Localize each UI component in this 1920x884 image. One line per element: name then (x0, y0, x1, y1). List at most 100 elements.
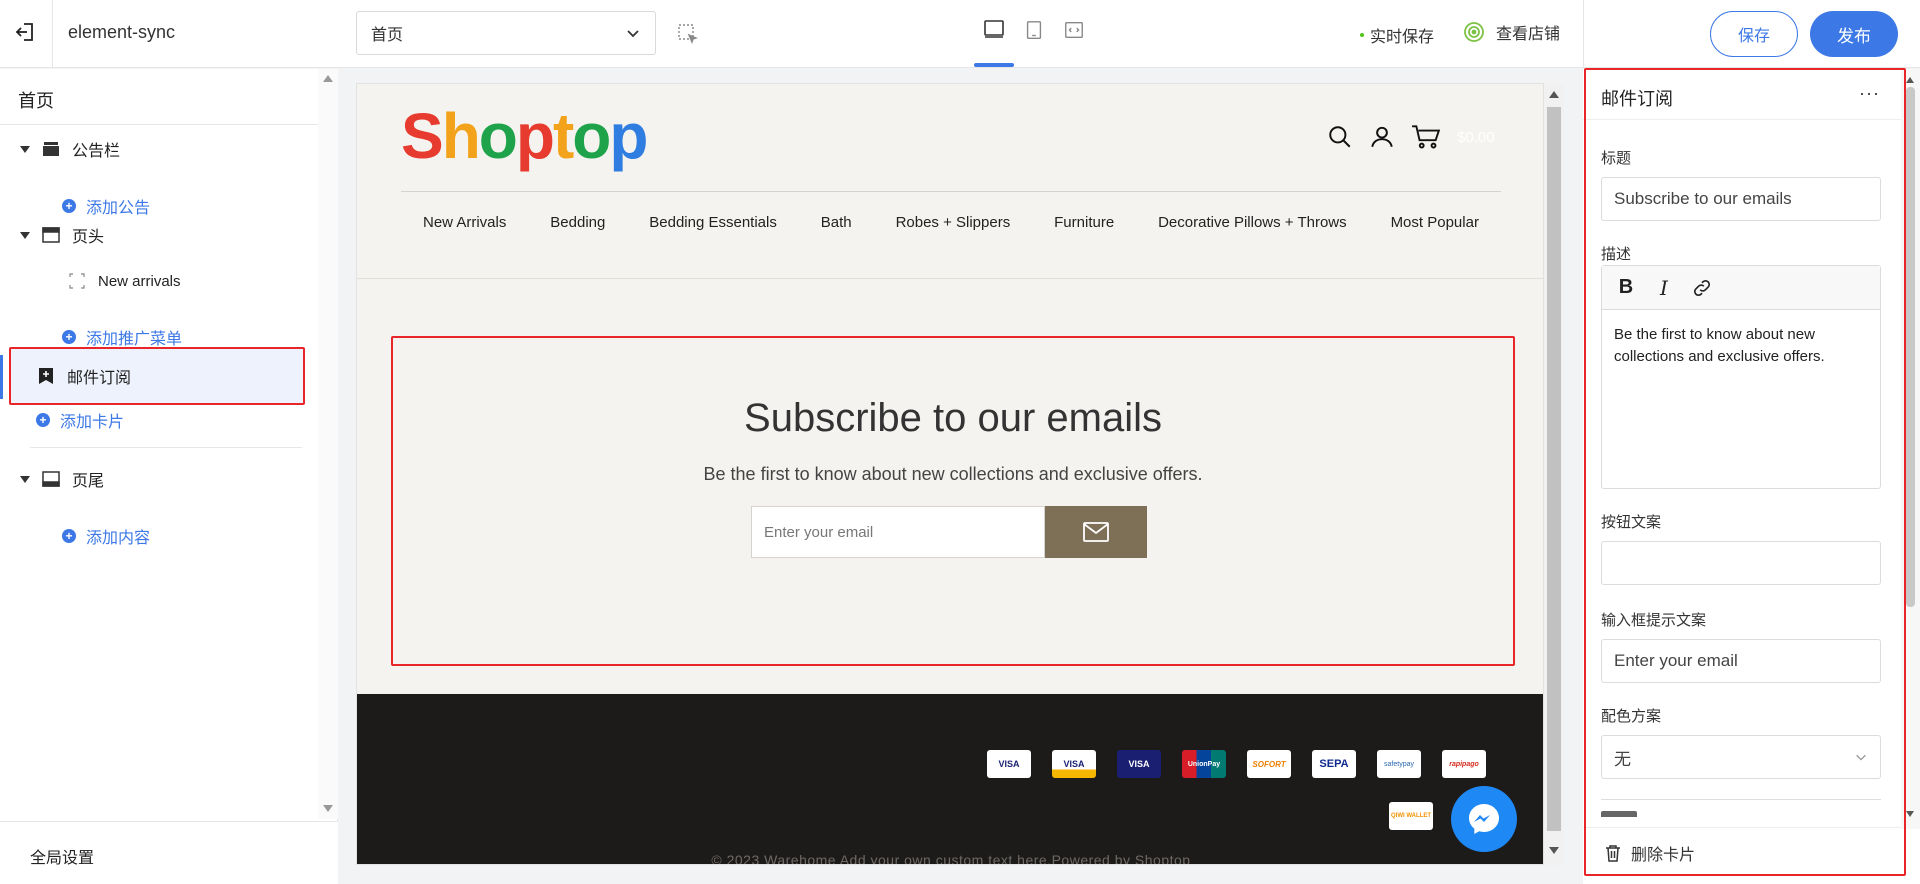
desktop-view-icon[interactable] (980, 16, 1008, 44)
page-select[interactable]: 首页 (356, 11, 656, 55)
description-text[interactable]: Be the first to know about new collectio… (1602, 310, 1880, 382)
autosave-status: 实时保存 (1360, 23, 1434, 47)
logo-letter: S (401, 100, 444, 172)
title-label: 标题 (1601, 150, 1632, 167)
sidebar-item-new-arrivals[interactable]: New arrivals (44, 263, 314, 299)
footer-icon (42, 470, 60, 488)
logo-letter: p (609, 100, 648, 172)
subscribe-form: Enter your email (751, 506, 1147, 558)
safetypay-icon: safetypay (1377, 750, 1421, 778)
editor-toolbar: B I (1602, 266, 1880, 310)
sidebar-item-announcement[interactable]: 公告栏 (0, 131, 318, 167)
sidebar-scrollbar[interactable] (318, 69, 338, 819)
scroll-thumb[interactable] (1906, 87, 1915, 607)
payment-icons: VISA VISA VISA UnionPay SOFORT SEPA safe… (987, 750, 1486, 778)
delete-card-button[interactable]: 删除卡片 (1583, 827, 1901, 877)
payment-icons-row2: QIWI WALLET (1389, 802, 1433, 830)
add-content-label: 添加内容 (86, 530, 151, 547)
panel-divider (1583, 119, 1901, 120)
email-subscription-section[interactable]: Subscribe to our emails Be the first to … (391, 336, 1515, 666)
save-button[interactable]: 保存 (1710, 11, 1798, 57)
element-select-icon[interactable] (676, 22, 700, 46)
scroll-thumb[interactable] (1547, 107, 1561, 831)
sidebar-item-label: 页头 (72, 229, 105, 246)
scroll-down-icon[interactable] (1549, 847, 1559, 854)
add-card-label: 添加卡片 (60, 414, 125, 431)
description-editor: B I Be the first to know about new colle… (1601, 265, 1881, 489)
logo-letter: o (478, 100, 518, 172)
view-store-link[interactable]: 查看店铺 (1462, 20, 1560, 44)
more-options-icon[interactable]: ··· (1859, 83, 1880, 104)
topbar-divider-right (1583, 0, 1584, 68)
title-input[interactable]: Subscribe to our emails (1601, 177, 1881, 221)
nav-item[interactable]: Bath (821, 214, 852, 231)
sidebar-item-footer[interactable]: 页尾 (0, 461, 318, 497)
bookmark-plus-icon (37, 367, 55, 385)
nav-item[interactable]: Bedding Essentials (649, 214, 777, 231)
nav-item[interactable]: Robes + Slippers (896, 214, 1011, 231)
add-card-button[interactable]: + 添加卡片 (36, 405, 336, 435)
autosave-label: 实时保存 (1370, 29, 1435, 46)
account-icon[interactable] (1369, 124, 1395, 150)
nav-item[interactable]: Decorative Pillows + Throws (1158, 214, 1347, 231)
panel-title: 邮件订阅 (1601, 89, 1673, 109)
page-select-value: 首页 (371, 27, 404, 44)
link-icon[interactable] (1690, 276, 1714, 300)
bold-icon[interactable]: B (1614, 276, 1638, 300)
sidebar-item-header[interactable]: 页头 (0, 217, 318, 253)
color-scheme-label: 配色方案 (1601, 708, 1662, 725)
add-announcement-label: 添加公告 (86, 200, 151, 217)
store-preview: Shoptop $0.00 New Arrivals Bedding Beddi… (356, 83, 1544, 865)
plus-circle-icon: + (62, 330, 76, 344)
nav-item[interactable]: New Arrivals (423, 214, 506, 231)
sidebar-item-label: New arrivals (98, 272, 181, 290)
email-input[interactable]: Enter your email (751, 506, 1045, 558)
placeholder-label: 输入框提示文案 (1601, 612, 1707, 629)
publish-button[interactable]: 发布 (1810, 11, 1898, 57)
subscribe-button[interactable] (1045, 506, 1147, 558)
logo-letter: t (552, 100, 574, 172)
cart-icon[interactable] (1411, 124, 1441, 150)
nav-item[interactable]: Most Popular (1391, 214, 1479, 231)
sidebar-footer: 全局设置 (0, 821, 338, 884)
panel-scrollbar[interactable] (1901, 69, 1920, 829)
scroll-down-icon[interactable] (323, 805, 333, 812)
add-content-button[interactable]: + 添加内容 (62, 521, 362, 551)
store-logo[interactable]: Shoptop (401, 104, 648, 168)
chevron-down-icon (627, 30, 639, 38)
sidebar-divider (30, 447, 302, 448)
tablet-view-icon[interactable] (1020, 16, 1048, 44)
exit-icon[interactable] (14, 20, 38, 44)
logo-letter: p (515, 100, 555, 172)
subscribe-description: Be the first to know about new collectio… (703, 464, 1203, 484)
button-text-input[interactable] (1601, 541, 1881, 585)
preview-scrollbar[interactable] (1544, 83, 1564, 865)
sidebar-item-label: 页尾 (72, 473, 105, 490)
sidebar-title: 首页 (18, 91, 54, 111)
messenger-chat-button[interactable] (1451, 786, 1517, 852)
nav-item[interactable]: Furniture (1054, 214, 1114, 231)
nav-item[interactable]: Bedding (550, 214, 605, 231)
store-eye-icon (1464, 22, 1484, 42)
fullwidth-view-icon[interactable] (1060, 16, 1088, 44)
store-footer: VISA VISA VISA UnionPay SOFORT SEPA safe… (357, 694, 1543, 864)
topbar-divider (52, 0, 53, 68)
placeholder-input[interactable]: Enter your email (1601, 639, 1881, 683)
search-icon[interactable] (1327, 124, 1353, 150)
italic-icon[interactable]: I (1652, 276, 1676, 300)
scroll-down-icon[interactable] (1906, 811, 1914, 817)
sidebar-divider (0, 124, 318, 125)
trash-icon (1606, 844, 1620, 862)
scroll-up-icon[interactable] (1549, 91, 1559, 98)
plus-circle-icon: + (36, 413, 50, 427)
add-promo-menu-label: 添加推广菜单 (86, 331, 183, 348)
global-settings-link[interactable]: 全局设置 (30, 844, 94, 868)
header-icon (42, 226, 60, 244)
caret-down-icon (20, 231, 30, 239)
scroll-up-icon[interactable] (1906, 77, 1914, 83)
menu-block-icon (68, 272, 86, 290)
sidebar-item-email-subscription[interactable]: 邮件订阅 (9, 347, 305, 405)
scroll-up-icon[interactable] (323, 75, 333, 82)
color-scheme-select[interactable]: 无 (1601, 735, 1881, 779)
header-divider (357, 278, 1543, 279)
